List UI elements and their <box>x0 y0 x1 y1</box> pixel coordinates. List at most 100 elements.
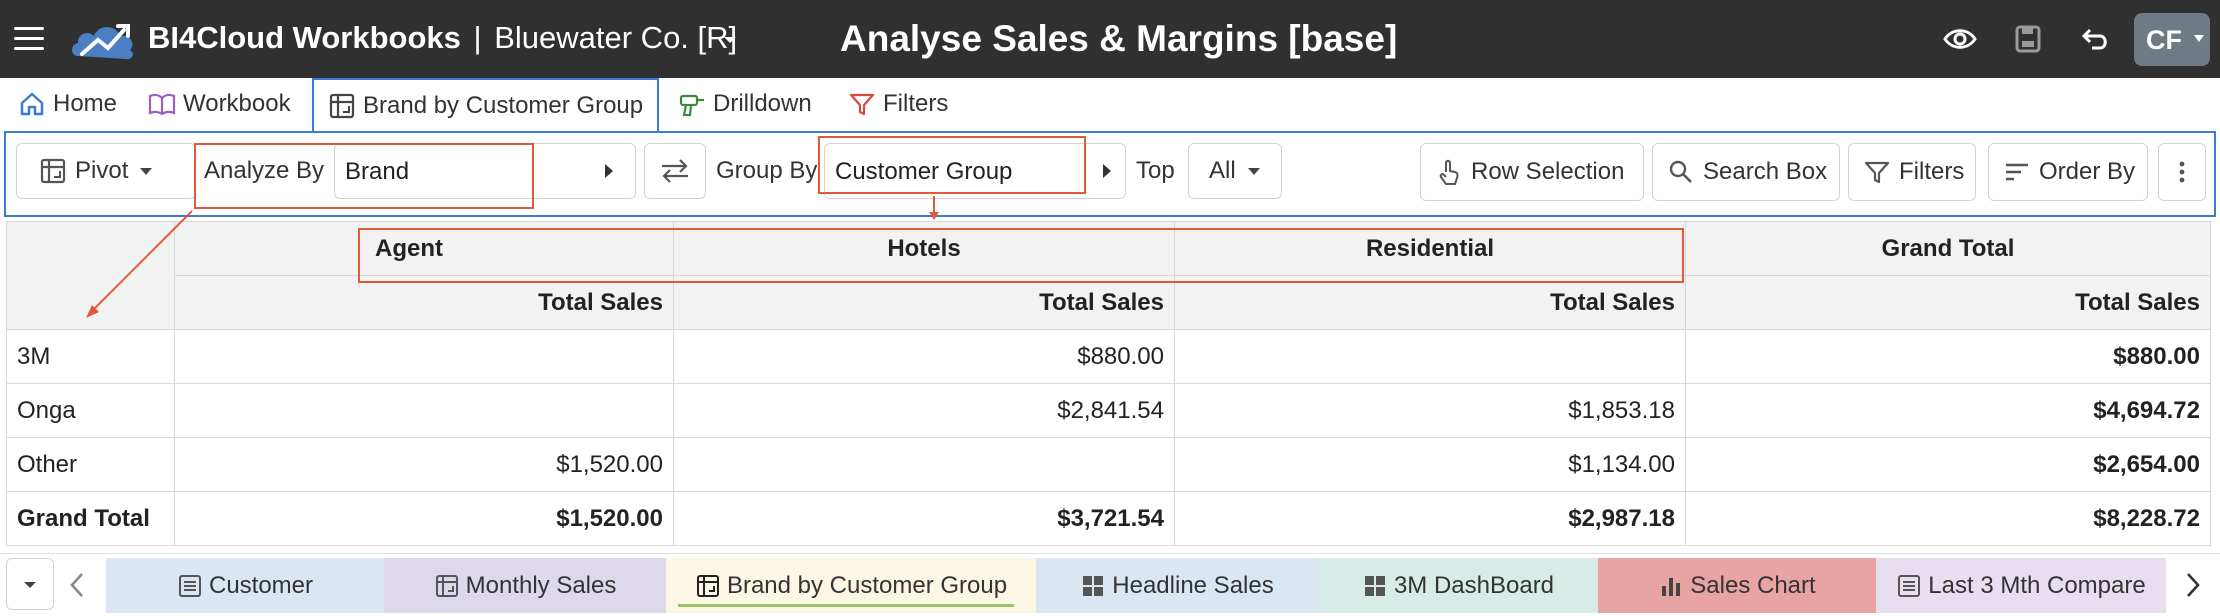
book-icon <box>148 93 176 116</box>
pivot-toolbar: Pivot Analyze By Brand Group By Customer… <box>4 131 2216 217</box>
sheet-tab-last-3-mth-compare[interactable]: Last 3 Mth Compare <box>1876 558 2166 613</box>
more-vertical-icon <box>2179 161 2185 183</box>
pivot-icon <box>435 574 458 597</box>
table-cell: $1,520.00 <box>174 437 674 492</box>
tab-workbook-label: Workbook <box>183 90 291 117</box>
grand-total-cell: $2,987.18 <box>1174 491 1686 546</box>
col-header-grand-total[interactable]: Grand Total <box>1685 221 2211 276</box>
avatar-initials: CF <box>2146 25 2182 55</box>
sheet-tab-3m-dashboard[interactable]: 3M DashBoard <box>1318 558 1598 613</box>
list-icon <box>1898 574 1921 597</box>
top-select[interactable]: All <box>1188 143 1282 199</box>
tab-drilldown[interactable]: Drilldown <box>678 78 812 130</box>
row-total-cell: $880.00 <box>1685 329 2211 384</box>
sheet-tab-label: Customer <box>208 571 314 599</box>
sheet-tab-customer[interactable]: Customer <box>106 558 384 613</box>
chevron-down-icon <box>24 582 36 588</box>
more-options-button[interactable] <box>2158 143 2206 201</box>
bar-chart-icon <box>1662 577 1681 596</box>
chevron-right-icon <box>1103 164 1111 178</box>
table-cell <box>1174 329 1686 384</box>
scroll-left-icon[interactable] <box>66 570 90 600</box>
order-by-label: Order By <box>2039 158 2136 185</box>
table-row[interactable]: Onga $2,841.54 $1,853.18 $4,694.72 <box>6 383 2211 438</box>
avatar-caret-icon <box>2194 35 2204 42</box>
analyze-by-value: Brand <box>345 158 410 185</box>
sheet-tab-label: Brand by Customer Group <box>726 571 1008 599</box>
chevron-down-icon[interactable] <box>718 30 742 50</box>
avatar[interactable]: CF <box>2134 13 2210 66</box>
col-header-residential[interactable]: Residential <box>1174 221 1686 276</box>
undo-icon[interactable] <box>2076 22 2112 56</box>
group-by-value: Customer Group <box>835 158 1013 185</box>
pivot-button[interactable]: Pivot <box>16 143 196 199</box>
tab-workbook[interactable]: Workbook <box>148 78 291 130</box>
tab-home[interactable]: Home <box>18 78 117 130</box>
scroll-right-icon[interactable] <box>2180 570 2204 600</box>
analyze-by-label: Analyze By <box>204 157 325 184</box>
chevron-down-icon <box>140 167 153 175</box>
row-label: 3M <box>6 329 175 384</box>
tab-brand-label: Brand by Customer Group <box>363 92 644 119</box>
column-group-header-row: Agent Hotels Residential Grand Total <box>6 221 2211 330</box>
measure-header: Total Sales <box>1685 275 2211 330</box>
col-header-hotels[interactable]: Hotels <box>673 221 1175 276</box>
sheet-menu-button[interactable] <box>6 558 54 610</box>
group-by-select[interactable]: Customer Group <box>824 143 1126 199</box>
chevron-down-icon <box>1247 167 1260 175</box>
sheet-tab-headline-sales[interactable]: Headline Sales <box>1036 558 1318 613</box>
order-by-button[interactable]: Order By <box>1988 143 2148 201</box>
cloud-logo <box>72 24 133 60</box>
active-tab-underline <box>678 604 1014 607</box>
group-by-label: Group By <box>716 157 818 184</box>
swap-button[interactable] <box>644 143 706 199</box>
table-row[interactable]: 3M $880.00 $880.00 <box>6 329 2211 384</box>
dashboard-icon <box>1364 575 1385 596</box>
table-cell <box>174 383 674 438</box>
row-selection-button[interactable]: Row Selection <box>1420 143 1644 201</box>
measure-header: Total Sales <box>1174 275 1686 330</box>
app-title: BI4Cloud Workbooks | Bluewater Co. [R] <box>148 20 737 56</box>
sheet-tab-label: Monthly Sales <box>465 571 617 599</box>
chevron-right-icon <box>605 164 613 178</box>
table-cell <box>673 437 1175 492</box>
table-row[interactable]: Other $1,520.00 $1,134.00 $2,654.00 <box>6 437 2211 492</box>
top-value: All <box>1209 157 1236 184</box>
sheet-tab-sales-chart[interactable]: Sales Chart <box>1598 558 1876 613</box>
col-header-agent[interactable]: Agent <box>174 221 674 276</box>
sheet-tab-monthly-sales[interactable]: Monthly Sales <box>384 558 666 613</box>
sheet-tab-label: 3M DashBoard <box>1393 571 1555 599</box>
filters-button[interactable]: Filters <box>1848 143 1976 201</box>
grand-total-label: Grand Total <box>6 491 175 546</box>
eye-icon[interactable] <box>1942 22 1978 56</box>
search-box-button[interactable]: Search Box <box>1652 143 1840 201</box>
table-cell: $1,134.00 <box>1174 437 1686 492</box>
pivot-icon <box>696 574 719 597</box>
grand-total-row: Grand Total $1,520.00 $3,721.54 $2,987.1… <box>6 491 2211 546</box>
top-label: Top <box>1136 157 1175 184</box>
nav-tabs: Home Workbook Brand by Customer Group Dr… <box>0 78 2220 132</box>
grand-total-cell: $1,520.00 <box>174 491 674 546</box>
tab-brand-by-customer-group[interactable]: Brand by Customer Group <box>312 78 660 132</box>
save-icon[interactable] <box>2010 22 2046 56</box>
measure-header-row: Total Sales Total Sales Total Sales Tota… <box>7 275 2211 330</box>
measure-header: Total Sales <box>174 275 674 330</box>
measure-header: Total Sales <box>673 275 1175 330</box>
table-cell: $2,841.54 <box>673 383 1175 438</box>
sheet-tab-brand-by-customer-group[interactable]: Brand by Customer Group <box>666 558 1036 613</box>
analyze-by-select[interactable]: Brand <box>334 143 636 199</box>
tab-filters[interactable]: Filters <box>848 78 948 130</box>
row-selection-label: Row Selection <box>1471 158 1625 185</box>
pivot-icon <box>40 158 66 184</box>
filters-label: Filters <box>1899 158 1965 185</box>
sheet-tab-label: Headline Sales <box>1112 571 1274 599</box>
pointer-icon <box>1439 159 1459 185</box>
row-label: Other <box>6 437 175 492</box>
tab-drilldown-label: Drilldown <box>713 90 812 117</box>
menu-icon[interactable] <box>14 27 44 51</box>
app-name: BI4Cloud Workbooks <box>148 20 461 55</box>
table-cell <box>174 329 674 384</box>
filter-icon <box>1864 161 1890 184</box>
pivot-icon <box>329 93 355 119</box>
page-title: Analyse Sales & Margins [base] <box>840 18 1398 59</box>
